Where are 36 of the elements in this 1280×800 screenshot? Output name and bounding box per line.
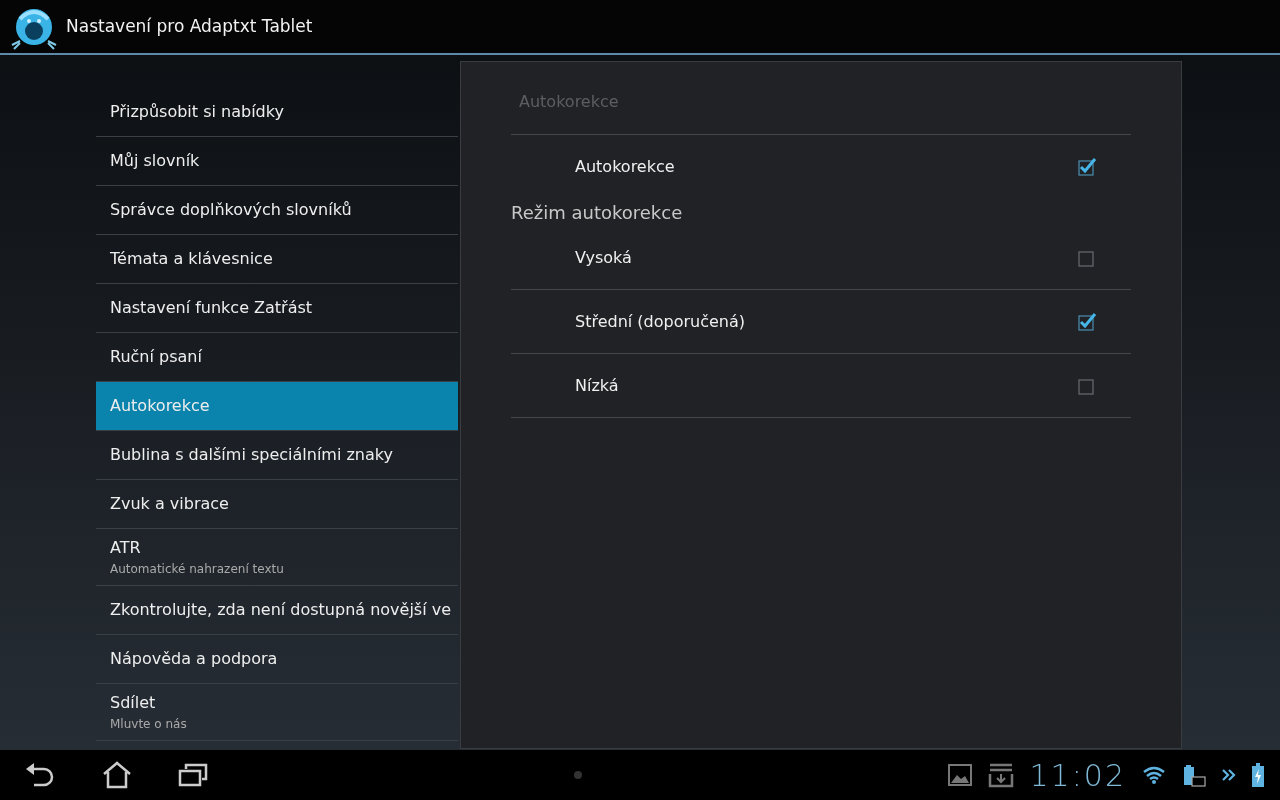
menu-item-label: ATR <box>110 537 142 559</box>
recent-apps-icon[interactable] <box>178 763 208 787</box>
menu-item[interactable]: Témata a klávesnice <box>96 235 458 284</box>
download-icon[interactable] <box>987 762 1014 788</box>
menu-item[interactable]: Můj slovník <box>96 137 458 186</box>
keyboard-battery-icon <box>1182 763 1206 787</box>
category-header: Režim autokorekce <box>511 201 684 225</box>
app-title: Nastavení pro Adaptxt Tablet <box>66 14 313 38</box>
back-icon[interactable] <box>24 761 56 789</box>
menu-item[interactable]: Bublina s dalšími speciálními znaky <box>96 431 458 480</box>
image-icon[interactable] <box>947 764 972 786</box>
menu-item-summary: Mluvte o nás <box>110 716 188 733</box>
wifi-icon <box>1142 766 1166 784</box>
menu-item[interactable]: Zvuk a vibrace <box>96 480 458 529</box>
battery-charging-icon <box>1252 763 1264 787</box>
checkbox[interactable] <box>1077 157 1097 177</box>
menu-item[interactable]: Zkontrolujte, zda není dostupná novější ve <box>96 586 458 635</box>
menu-item-summary: Automatické nahrazení textu <box>110 561 285 578</box>
checkbox[interactable] <box>1077 311 1097 332</box>
dot-icon <box>572 770 583 780</box>
menu-item[interactable]: ATR Automatické nahrazení textu <box>96 529 458 586</box>
panel-title: Autokorekce <box>511 62 1131 135</box>
menu-item[interactable]: Nastavení funkce Zatřást <box>96 284 458 333</box>
menu-item[interactable]: Sdílet Mluvte o nás <box>96 684 458 741</box>
option-label: Nízká <box>575 374 619 397</box>
option-label: Autokorekce <box>575 156 675 178</box>
menu-item[interactable]: Přizpůsobit si nabídky <box>96 88 458 137</box>
option-label: Střední (doporučená) <box>575 310 745 333</box>
option-label: Vysoká <box>575 246 632 269</box>
menu-item-label: Sdílet <box>110 692 157 714</box>
clock: 11:02 <box>1029 756 1126 795</box>
chevrons-icon <box>1222 768 1236 782</box>
home-icon[interactable] <box>102 761 132 789</box>
menu-item[interactable]: Správce doplňkových slovníků <box>96 186 458 235</box>
menu-item[interactable]: Nápověda a podpora <box>96 635 458 684</box>
menu-item[interactable]: Autokorekce <box>96 382 458 431</box>
